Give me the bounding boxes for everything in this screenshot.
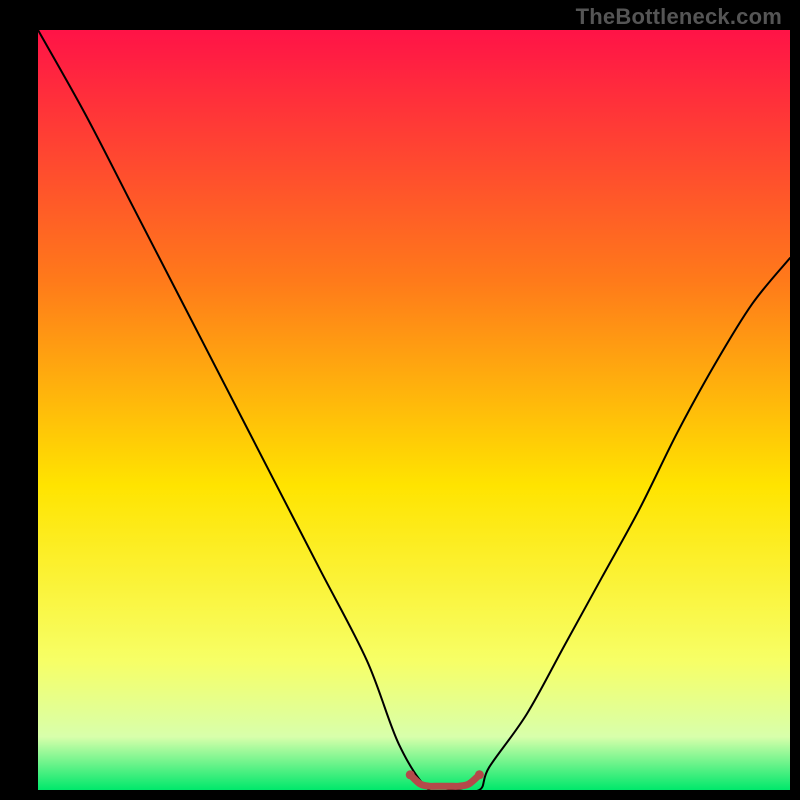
optimal-zone-left-dot xyxy=(406,770,415,779)
plot-background xyxy=(38,30,790,790)
watermark-label: TheBottleneck.com xyxy=(576,4,782,30)
chart-frame: TheBottleneck.com xyxy=(0,0,800,800)
bottleneck-chart xyxy=(0,0,800,800)
optimal-zone-right-dot xyxy=(475,770,484,779)
